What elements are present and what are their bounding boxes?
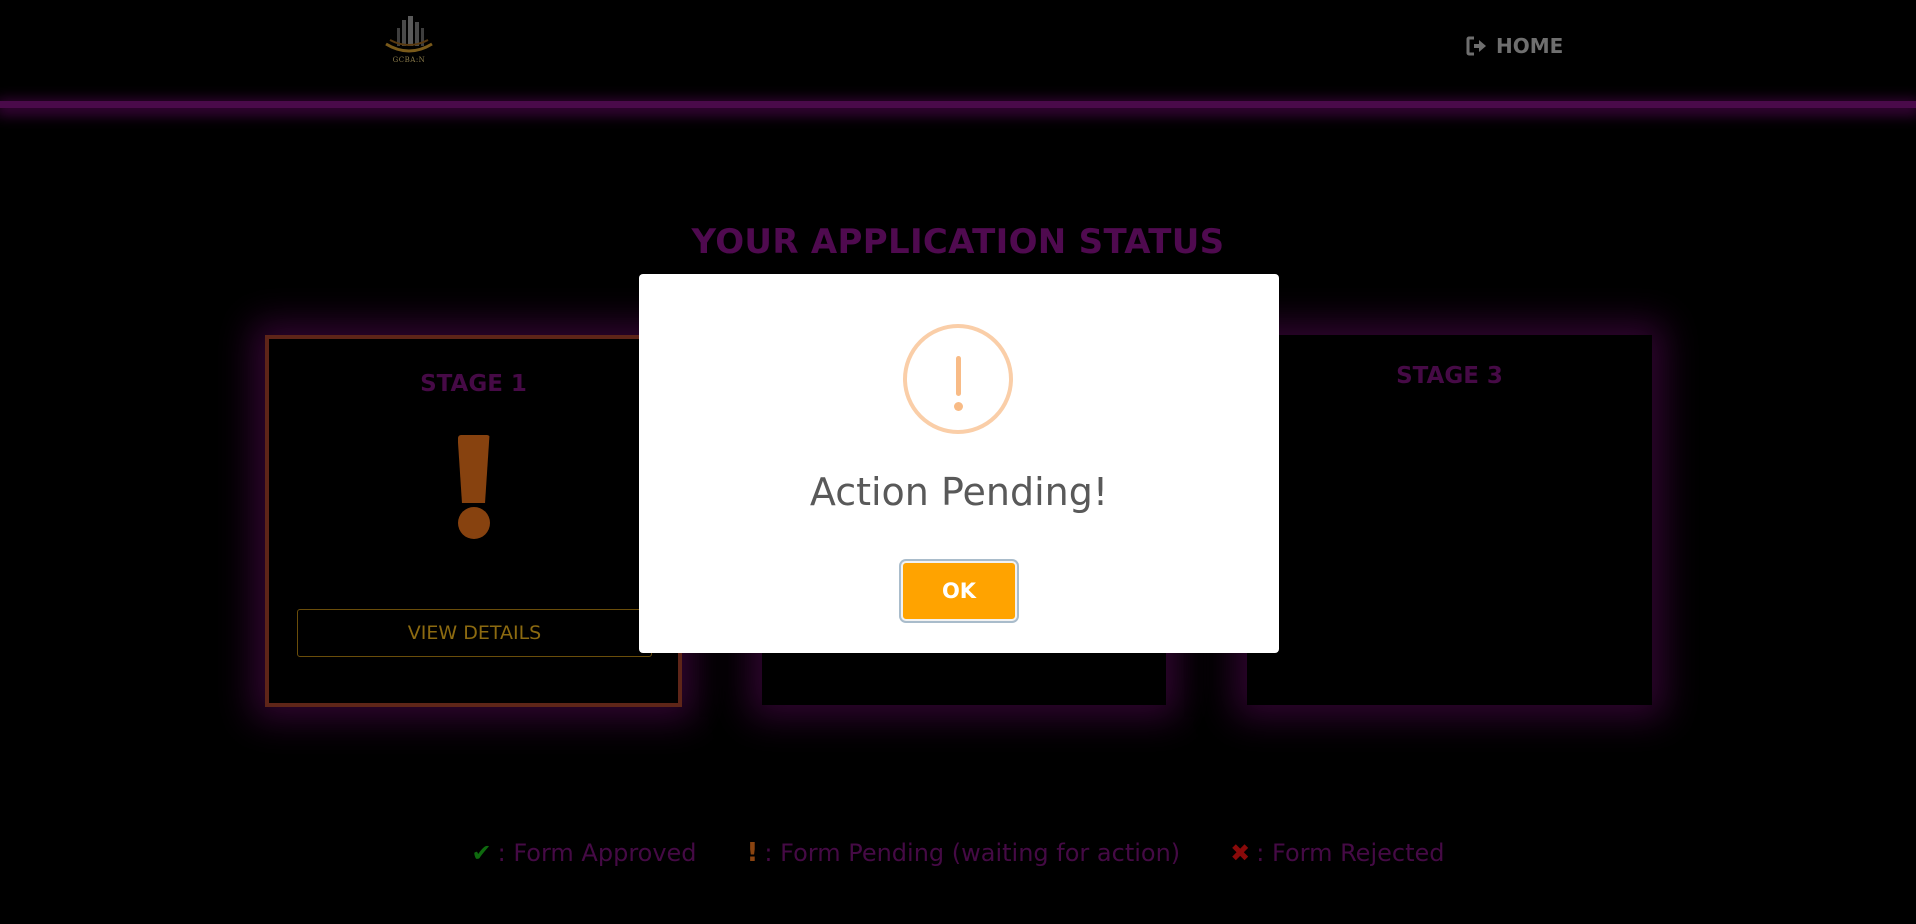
check-icon: ✔ [471,839,492,867]
stage-1-title: STAGE 1 [420,371,527,397]
stage-card-3: STAGE 3 [1247,335,1652,705]
legend-pending-label: : Form Pending (waiting for action) [764,839,1181,867]
header-divider [0,101,1916,108]
legend-pending: ! : Form Pending (waiting for action) [747,838,1181,868]
legend-approved: ✔ : Form Approved [472,838,697,868]
ok-button[interactable]: OK [901,561,1017,621]
nav-home-link[interactable]: HOME [1466,32,1563,60]
stage-card-1: STAGE 1 VIEW DETAILS [265,335,682,707]
legend-rejected-label: : Form Rejected [1256,839,1445,867]
view-details-button[interactable]: VIEW DETAILS [297,609,652,657]
pending-exclamation-icon [457,435,491,539]
warning-icon [903,324,1013,434]
exclamation-icon: ! [746,838,759,868]
modal-title: Action Pending! [809,470,1109,514]
header: GCBA:N HOME [0,0,1916,103]
legend-approved-label: : Form Approved [497,839,697,867]
alert-modal: Action Pending! OK [639,274,1279,653]
stage-3-title: STAGE 3 [1396,363,1503,389]
logo-icon [385,16,433,53]
sign-out-icon [1466,36,1486,56]
legend-rejected: ✖ : Form Rejected [1230,838,1444,868]
logo-text: GCBA:N [392,56,426,64]
logo[interactable]: GCBA:N [380,14,438,66]
page-title: YOUR APPLICATION STATUS [691,222,1225,262]
cross-icon: ✖ [1230,839,1251,867]
nav-home-label: HOME [1496,34,1564,58]
status-legend: ✔ : Form Approved ! : Form Pending (wait… [0,838,1916,868]
